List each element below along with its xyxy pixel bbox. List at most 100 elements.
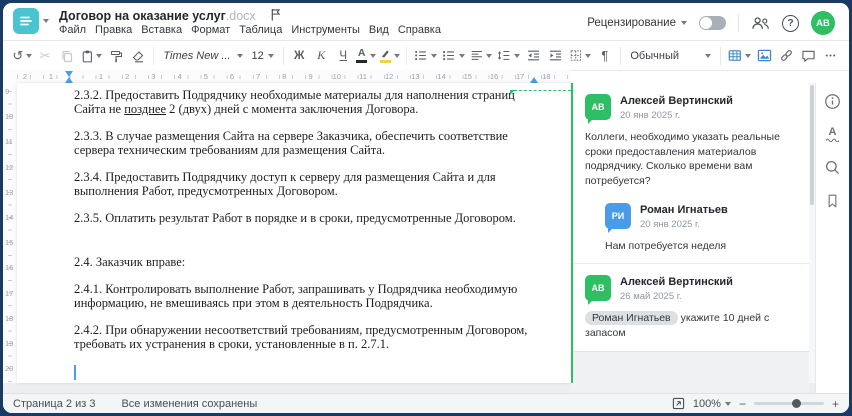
menu-item-0[interactable]: Файл (59, 24, 86, 36)
hruler-number: 9 (308, 72, 313, 81)
vruler-number: 18 (5, 313, 14, 323)
numbered-list-button[interactable] (440, 44, 467, 67)
comment-avatar: АВ (585, 94, 611, 124)
bookmark-icon[interactable] (825, 193, 840, 209)
horizontal-ruler[interactable]: 2 1 1 2 3 4 5 6 7 8 9 10 11 12 13 14 15 16 17 18 (3, 70, 571, 83)
cut-button[interactable]: ✂ (35, 44, 56, 67)
clear-formatting-button[interactable] (127, 44, 148, 67)
paragraph-style-combobox[interactable]: Обычный (626, 44, 715, 67)
comment-card[interactable]: АВ Алексей Вертинский 26 май 2025 г. Роман … (573, 264, 809, 350)
format-painter-button[interactable] (105, 44, 126, 67)
bullet-list-button[interactable] (412, 44, 439, 67)
app-window: Договор на оказание услуг .docx Файл Прав… (3, 3, 849, 413)
insert-table-button[interactable] (726, 44, 753, 67)
comment-cards: АВ Алексей Вертинский 20 янв 2025 г. Коллег… (573, 83, 809, 352)
collaboration-users-icon[interactable] (751, 16, 770, 30)
zoom-out-button[interactable]: − (739, 397, 746, 411)
document-info-icon[interactable] (824, 93, 841, 110)
font-name-combobox[interactable]: Times New ... (159, 44, 246, 67)
app-logo-icon[interactable] (13, 8, 39, 34)
document-page[interactable]: 2.3.2. Предоставить Подрядчику необходим… (17, 83, 571, 383)
copy-icon (62, 50, 73, 62)
copy-button[interactable] (57, 44, 78, 67)
menu-bar: Файл Правка Вставка Формат Таблица Инструмент… (59, 24, 441, 36)
mention-pill[interactable]: Роман Игнатьев (585, 311, 678, 326)
highlight-icon (380, 49, 391, 63)
italic-icon: К (317, 48, 326, 62)
line-spacing-button[interactable] (495, 44, 522, 67)
title-row: Договор на оказание услуг .docx (59, 8, 281, 24)
hruler-number: 2 (125, 72, 130, 81)
help-icon[interactable]: ? (782, 14, 799, 32)
vruler-number: 16 (5, 263, 14, 273)
vruler-number: 14 (5, 213, 14, 222)
scrollbar-thumb[interactable] (810, 85, 814, 205)
chevron-down-icon (513, 53, 520, 58)
chevron-down-icon (705, 53, 712, 58)
spellcheck-icon[interactable]: А (826, 127, 839, 142)
nonprinting-chars-button[interactable]: ¶ (594, 44, 615, 67)
comment-header: РИ Роман Игнатьев 20 янв 2025 г. (605, 202, 797, 233)
menu-item-3[interactable]: Формат (191, 24, 230, 36)
zoom-slider-knob[interactable] (792, 398, 802, 408)
insert-comment-button[interactable] (798, 44, 819, 67)
paragraph[interactable]: 2.4.1. Контролировать выполнение Работ, … (74, 282, 549, 310)
comment-date: 20 янв 2025 г. (640, 218, 701, 230)
paragraph[interactable]: 2.3.3. В случае размещения Сайта на серв… (74, 129, 549, 157)
underline-button[interactable]: Ч (333, 44, 354, 67)
comment-card[interactable]: РИ Роман Игнатьев 20 янв 2025 г. Нам потреб… (573, 199, 809, 264)
text-segment: 2.4. Заказчик вправе: (74, 254, 186, 269)
increase-indent-button[interactable] (545, 44, 566, 67)
hruler-number: 17 (516, 72, 525, 81)
chevron-down-icon (96, 53, 103, 58)
search-icon[interactable] (824, 159, 841, 176)
highlight-color-button[interactable] (379, 44, 402, 67)
chevron-down-icon (724, 401, 731, 406)
text-cursor (74, 365, 76, 380)
menu-item-7[interactable]: Справка (398, 24, 441, 36)
zoom-in-button[interactable]: + (832, 397, 839, 411)
vertical-ruler[interactable]: 9 10 11 12 13 14 15 16 17 18 19 20 (3, 83, 17, 383)
paragraph[interactable]: 2.3.5. Оплатить результат Работ в порядк… (74, 211, 549, 226)
review-toggle[interactable] (699, 16, 726, 30)
bold-button[interactable]: Ж (289, 44, 310, 67)
paragraph[interactable]: 2.4. Заказчик вправе: (74, 254, 549, 270)
zoom-level-dropdown[interactable]: 100% (693, 398, 731, 410)
logo-menu-caret-icon[interactable] (43, 19, 49, 23)
menu-item-5[interactable]: Инструменты (291, 24, 360, 36)
paragraph[interactable]: 2.4.2. При обнаружении несоответствий тр… (74, 323, 549, 351)
font-size-combobox[interactable]: 12 (248, 44, 278, 67)
align-button[interactable] (468, 44, 495, 67)
text-segment: 2.3.3. В случае размещения Сайта на серв… (74, 129, 508, 157)
insert-link-button[interactable] (776, 44, 797, 67)
insert-image-button[interactable] (754, 44, 775, 67)
menu-item-2[interactable]: Вставка (141, 24, 182, 36)
decrease-indent-button[interactable] (523, 44, 544, 67)
page-indicator[interactable]: Страница 2 из 3 (13, 398, 95, 410)
paragraph-borders-button[interactable] (567, 44, 594, 67)
zoom-slider[interactable] (753, 398, 824, 408)
menu-item-6[interactable]: Вид (369, 24, 389, 36)
vruler-number: 12 (5, 162, 14, 172)
paragraph[interactable]: 2.3.2. Предоставить Подрядчику необходим… (74, 88, 549, 116)
vruler-number: 9 (5, 87, 10, 96)
comment-author-block: Алексей Вертинский 26 май 2025 г. (620, 275, 733, 302)
fit-page-icon[interactable] (672, 397, 685, 410)
paste-button[interactable] (79, 44, 105, 67)
review-mode-dropdown[interactable]: Рецензирование (587, 17, 687, 29)
menu-item-4[interactable]: Таблица (239, 24, 282, 36)
text-segment: 2 (двух) дней с момента заключения Догов… (166, 101, 419, 116)
bold-icon: Ж (294, 49, 305, 62)
comment-card[interactable]: АВ Алексей Вертинский 20 янв 2025 г. Коллег… (573, 83, 809, 199)
menu-item-1[interactable]: Правка (95, 24, 132, 36)
font-color-button[interactable]: А (355, 44, 378, 67)
comment-text: Коллеги, необходимо указать реальные сро… (585, 131, 780, 188)
italic-button[interactable]: К (311, 44, 332, 67)
more-tools-button[interactable] (820, 44, 841, 67)
paragraph[interactable]: 2.3.4. Предоставить Подрядчику доступ к … (74, 170, 549, 198)
undo-button[interactable]: ↺ (11, 44, 34, 67)
text-segment: позднее (124, 101, 167, 116)
flag-icon[interactable] (270, 8, 281, 24)
text-segment: 2.3.4. Предоставить Подрядчику доступ к … (74, 170, 496, 198)
user-avatar[interactable]: АВ (811, 11, 835, 35)
